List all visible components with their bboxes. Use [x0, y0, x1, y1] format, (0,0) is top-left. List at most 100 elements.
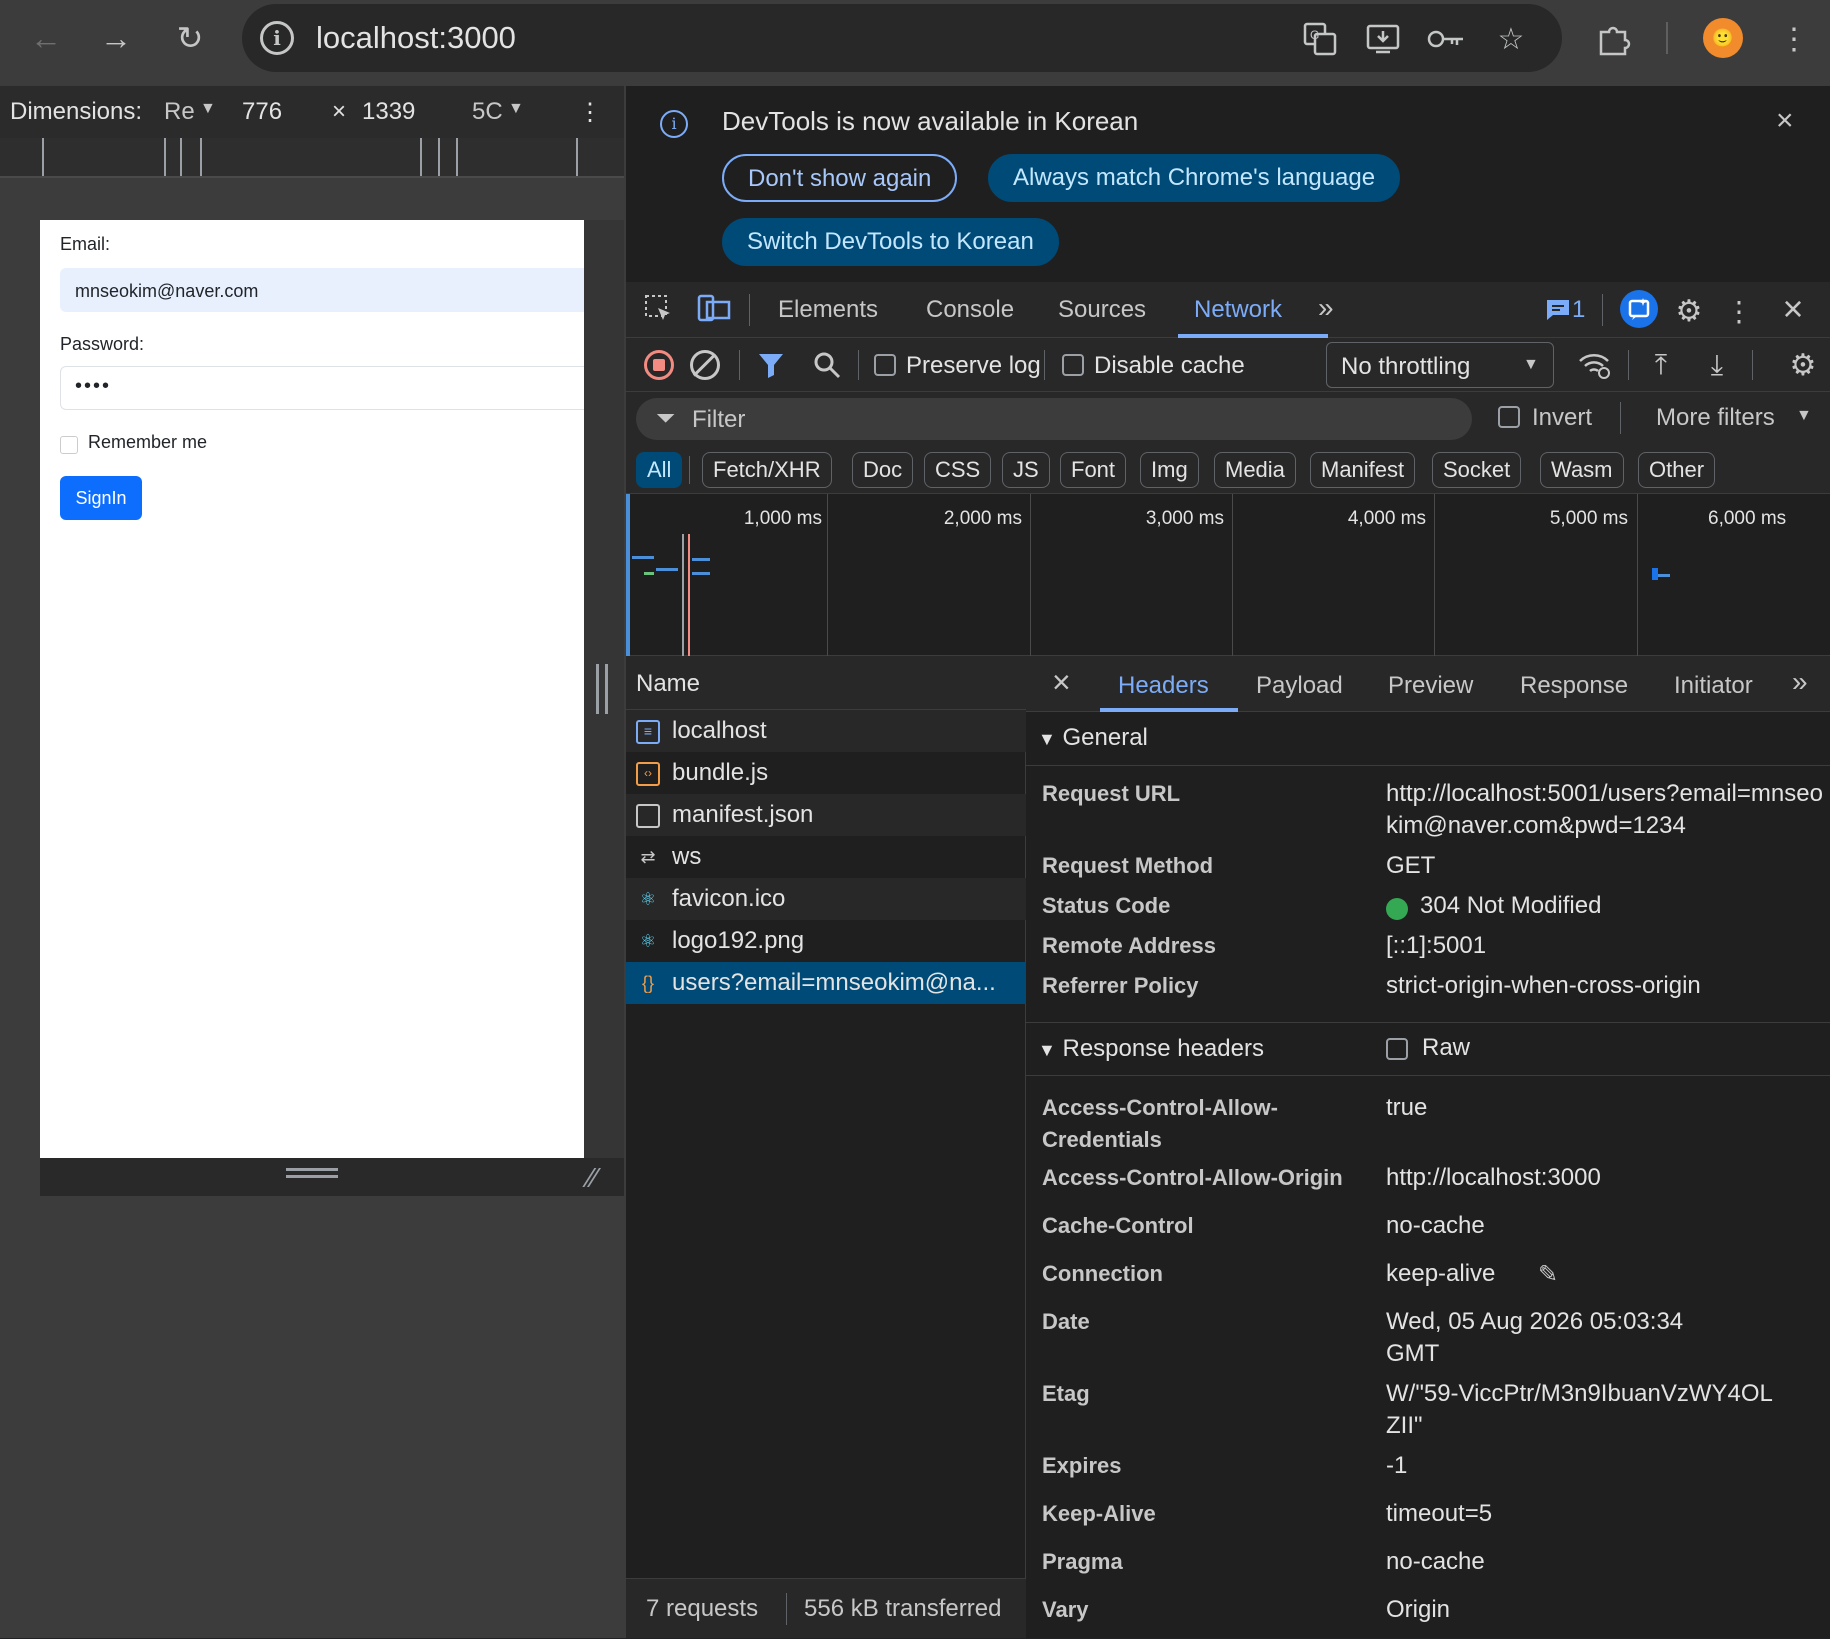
- switch-to-korean-button[interactable]: Switch DevTools to Korean: [722, 218, 1059, 266]
- device-more-icon[interactable]: ⋮: [578, 98, 602, 127]
- timeline-selection-handle[interactable]: [626, 494, 630, 656]
- preserve-log-checkbox[interactable]: [874, 354, 896, 376]
- dont-show-again-button[interactable]: Don't show again: [722, 154, 958, 202]
- raw-checkbox[interactable]: [1386, 1038, 1408, 1060]
- tab-console[interactable]: Console: [926, 296, 1014, 324]
- network-overview-timeline[interactable]: 1,000 ms 2,000 ms 3,000 ms 4,000 ms 5,00…: [626, 494, 1830, 656]
- always-match-language-button[interactable]: Always match Chrome's language: [988, 154, 1401, 202]
- timeline-tick-label: 6,000 ms: [1708, 508, 1787, 529]
- more-filters-button[interactable]: More filters: [1656, 404, 1775, 432]
- throttling-select[interactable]: No throttling ▼: [1326, 342, 1554, 388]
- disable-cache-label[interactable]: Disable cache: [1094, 352, 1245, 380]
- filter-input[interactable]: ⏷ Filter: [636, 398, 1472, 440]
- password-key-icon[interactable]: [1426, 20, 1466, 58]
- chrome-menu-icon[interactable]: ⋮: [1774, 20, 1814, 58]
- close-devtools-icon[interactable]: ×: [1776, 288, 1810, 329]
- site-info-icon[interactable]: i: [260, 21, 294, 55]
- filter-funnel-icon[interactable]: [754, 348, 788, 382]
- file-icon: [636, 804, 660, 828]
- tab-sources[interactable]: Sources: [1058, 296, 1146, 324]
- corner-resize-icon[interactable]: ⁄⁄: [588, 1162, 597, 1194]
- request-row-selected[interactable]: {} users?email=mnseokim@na...: [626, 962, 1026, 1004]
- inspect-element-icon[interactable]: [642, 292, 676, 326]
- network-conditions-icon[interactable]: [1576, 348, 1612, 382]
- request-row[interactable]: ⚛ logo192.png: [626, 920, 1026, 962]
- request-row[interactable]: manifest.json: [626, 794, 1026, 836]
- device-height-input[interactable]: 1339: [362, 98, 415, 126]
- invert-checkbox[interactable]: [1498, 406, 1520, 428]
- type-filter-css[interactable]: CSS: [924, 452, 992, 488]
- url-text[interactable]: localhost:3000: [316, 20, 516, 56]
- search-icon[interactable]: [810, 348, 844, 382]
- ai-assistance-icon[interactable]: [1620, 290, 1658, 328]
- password-field[interactable]: ••••: [60, 366, 584, 410]
- tab-elements[interactable]: Elements: [778, 296, 878, 324]
- reload-icon[interactable]: ↻: [162, 10, 218, 66]
- signin-button[interactable]: SignIn: [60, 476, 142, 520]
- zoom-select[interactable]: 5C: [472, 98, 503, 126]
- tab-response[interactable]: Response: [1520, 672, 1628, 700]
- device-width-input[interactable]: 776: [242, 98, 282, 126]
- type-filter-media[interactable]: Media: [1214, 452, 1296, 488]
- import-har-icon[interactable]: ⤒: [1646, 348, 1676, 382]
- export-har-icon[interactable]: ⤓: [1702, 348, 1732, 382]
- address-bar[interactable]: i localhost:3000 G ☆: [242, 4, 1562, 72]
- type-filter-img[interactable]: Img: [1140, 452, 1199, 488]
- type-filter-font[interactable]: Font: [1060, 452, 1127, 488]
- devtools-menu-icon[interactable]: ⋮: [1725, 294, 1753, 328]
- email-field[interactable]: mnseokim@naver.com: [60, 268, 584, 312]
- network-settings-icon[interactable]: ⚙: [1786, 348, 1820, 382]
- tab-initiator[interactable]: Initiator: [1674, 672, 1753, 700]
- general-section-header[interactable]: ▼ General: [1026, 712, 1830, 766]
- issues-icon[interactable]: [1544, 296, 1572, 324]
- request-row[interactable]: ⇄ ws: [626, 836, 1026, 878]
- height-resize-handle[interactable]: [286, 1168, 338, 1178]
- device-preset-select[interactable]: Re: [164, 98, 195, 126]
- request-row[interactable]: ‹› bundle.js: [626, 752, 1026, 794]
- profile-avatar[interactable]: 🙂: [1703, 18, 1743, 58]
- translate-icon[interactable]: G: [1300, 20, 1340, 58]
- tab-payload[interactable]: Payload: [1256, 672, 1343, 700]
- remember-me-checkbox[interactable]: [60, 436, 78, 454]
- type-filter-js[interactable]: JS: [1002, 452, 1050, 488]
- back-icon[interactable]: ←: [18, 10, 74, 66]
- invert-label[interactable]: Invert: [1532, 404, 1592, 432]
- edit-pencil-icon[interactable]: ✎: [1538, 1260, 1558, 1289]
- tab-headers[interactable]: Headers: [1118, 672, 1209, 700]
- react-logo-icon: ⚛: [639, 931, 657, 951]
- type-filter-fetch-xhr[interactable]: Fetch/XHR: [702, 452, 832, 488]
- preset-dropdown-icon[interactable]: ▼: [200, 100, 216, 118]
- raw-label[interactable]: Raw: [1422, 1034, 1470, 1062]
- type-filter-all[interactable]: All: [636, 452, 683, 488]
- preserve-log-label[interactable]: Preserve log: [906, 352, 1041, 380]
- clear-icon[interactable]: [690, 350, 720, 380]
- more-detail-tabs-icon[interactable]: »: [1792, 666, 1808, 698]
- tab-preview[interactable]: Preview: [1388, 672, 1473, 700]
- width-resize-handle[interactable]: [596, 664, 608, 714]
- request-row[interactable]: ≡ localhost: [626, 710, 1026, 752]
- record-stop-icon[interactable]: [644, 350, 674, 380]
- type-filter-other[interactable]: Other: [1638, 452, 1716, 488]
- issues-count[interactable]: 1: [1572, 296, 1585, 324]
- media-query-ruler[interactable]: [0, 138, 624, 178]
- zoom-dropdown-icon[interactable]: ▼: [508, 100, 524, 118]
- install-app-icon[interactable]: [1363, 20, 1403, 58]
- forward-icon[interactable]: →: [88, 10, 144, 66]
- tab-network[interactable]: Network: [1194, 296, 1282, 324]
- more-tabs-icon[interactable]: »: [1318, 292, 1334, 324]
- request-detail-pane: × Headers Payload Preview Response Initi…: [1026, 656, 1830, 1638]
- close-infobar-icon[interactable]: ×: [1776, 104, 1794, 138]
- disable-cache-checkbox[interactable]: [1062, 354, 1084, 376]
- type-filter-socket[interactable]: Socket: [1432, 452, 1522, 488]
- type-filter-wasm[interactable]: Wasm: [1540, 452, 1624, 488]
- type-filter-doc[interactable]: Doc: [852, 452, 914, 488]
- settings-gear-icon[interactable]: ⚙: [1672, 294, 1706, 328]
- extensions-icon[interactable]: [1594, 20, 1634, 58]
- close-detail-icon[interactable]: ×: [1052, 664, 1071, 701]
- device-toggle-icon[interactable]: [696, 292, 732, 326]
- more-filters-dropdown-icon[interactable]: ▼: [1796, 407, 1812, 425]
- name-column-header[interactable]: Name: [636, 670, 700, 698]
- bookmark-star-icon[interactable]: ☆: [1491, 20, 1531, 58]
- request-row[interactable]: ⚛ favicon.ico: [626, 878, 1026, 920]
- type-filter-manifest[interactable]: Manifest: [1310, 452, 1416, 488]
